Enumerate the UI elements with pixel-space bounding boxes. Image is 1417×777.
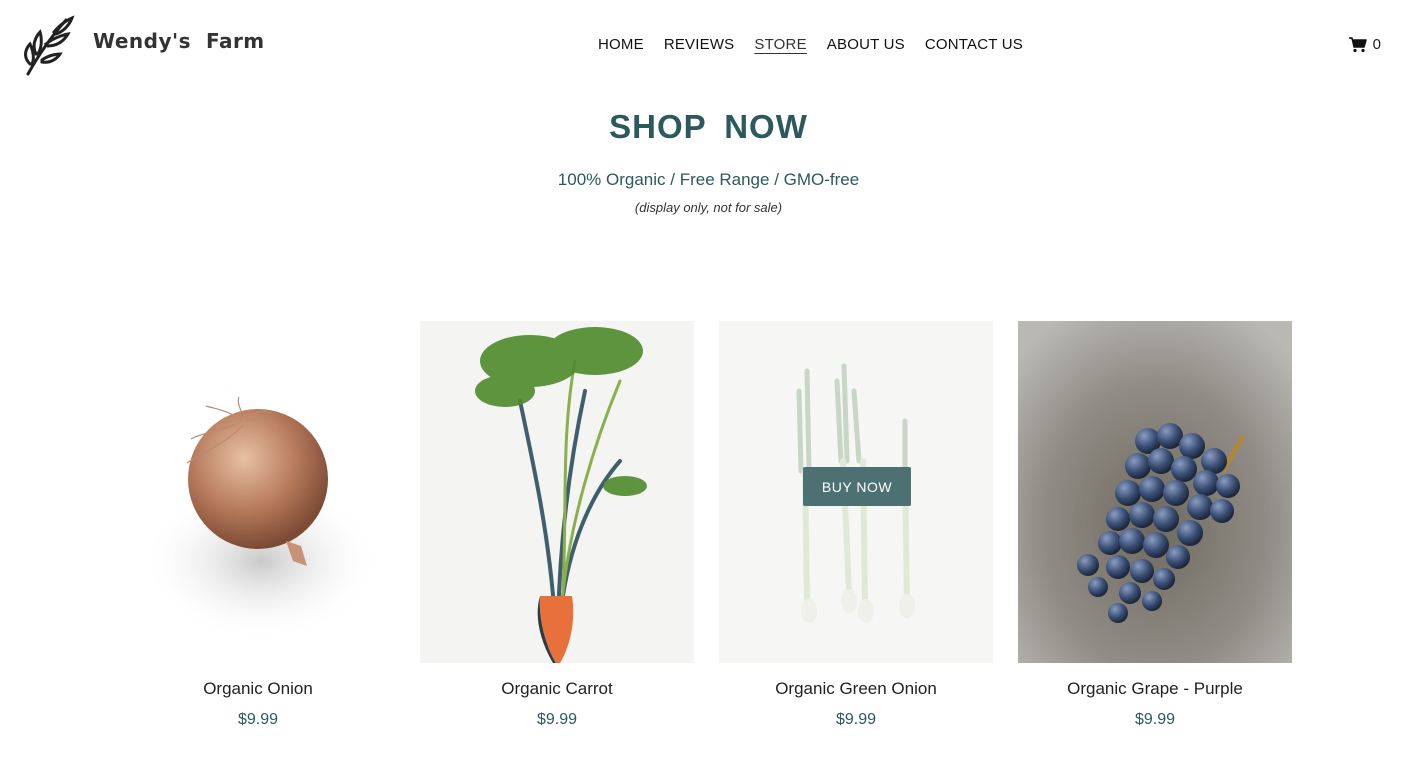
product-card-onion[interactable]: Organic Onion $9.99 [121,321,395,729]
product-card-carrot[interactable]: Organic Carrot $9.99 [420,321,694,729]
nav-store[interactable]: STORE [754,36,806,53]
page-title: SHOP NOW [609,108,808,145]
carrot-image[interactable] [420,321,694,663]
product-name[interactable]: Organic Grape - Purple [1018,679,1292,699]
main-nav: HOME REVIEWS STORE ABOUT US CONTACT US [598,36,1043,53]
product-name[interactable]: Organic Green Onion [719,679,993,699]
product-price: $9.99 [536,711,578,728]
nav-home[interactable]: HOME [598,36,644,53]
grape-image[interactable] [1018,321,1292,663]
cart-button[interactable]: 0 [1348,36,1381,53]
product-name[interactable]: Organic Carrot [420,679,694,699]
buy-now-button[interactable]: BUY NOW [803,467,911,506]
product-price: $9.99 [1134,711,1176,728]
product-price: $9.99 [835,711,877,728]
green-onion-image[interactable]: BUY NOW [719,321,993,663]
cart-icon [1348,36,1367,52]
brand-name[interactable]: Wendy's Farm [93,29,265,53]
nav-reviews[interactable]: REVIEWS [664,36,735,53]
product-price: $9.99 [237,711,279,728]
product-name[interactable]: Organic Onion [121,679,395,699]
page-subtitle: 100% Organic / Free Range / GMO-free [557,170,860,189]
product-card-green-onion[interactable]: BUY NOW Organic Green Onion $9.99 [719,321,993,729]
nav-contact-us[interactable]: CONTACT US [925,36,1023,53]
product-card-grape[interactable]: Organic Grape - Purple $9.99 [1018,321,1292,729]
display-note: (display only, not for sale) [634,200,783,215]
site-header: Wendy's Farm HOME REVIEWS STORE ABOUT US… [0,0,1417,90]
nav-about-us[interactable]: ABOUT US [827,36,905,53]
onion-image[interactable] [121,321,395,663]
cart-count: 0 [1372,36,1381,53]
leaf-branch-icon[interactable] [16,14,76,78]
